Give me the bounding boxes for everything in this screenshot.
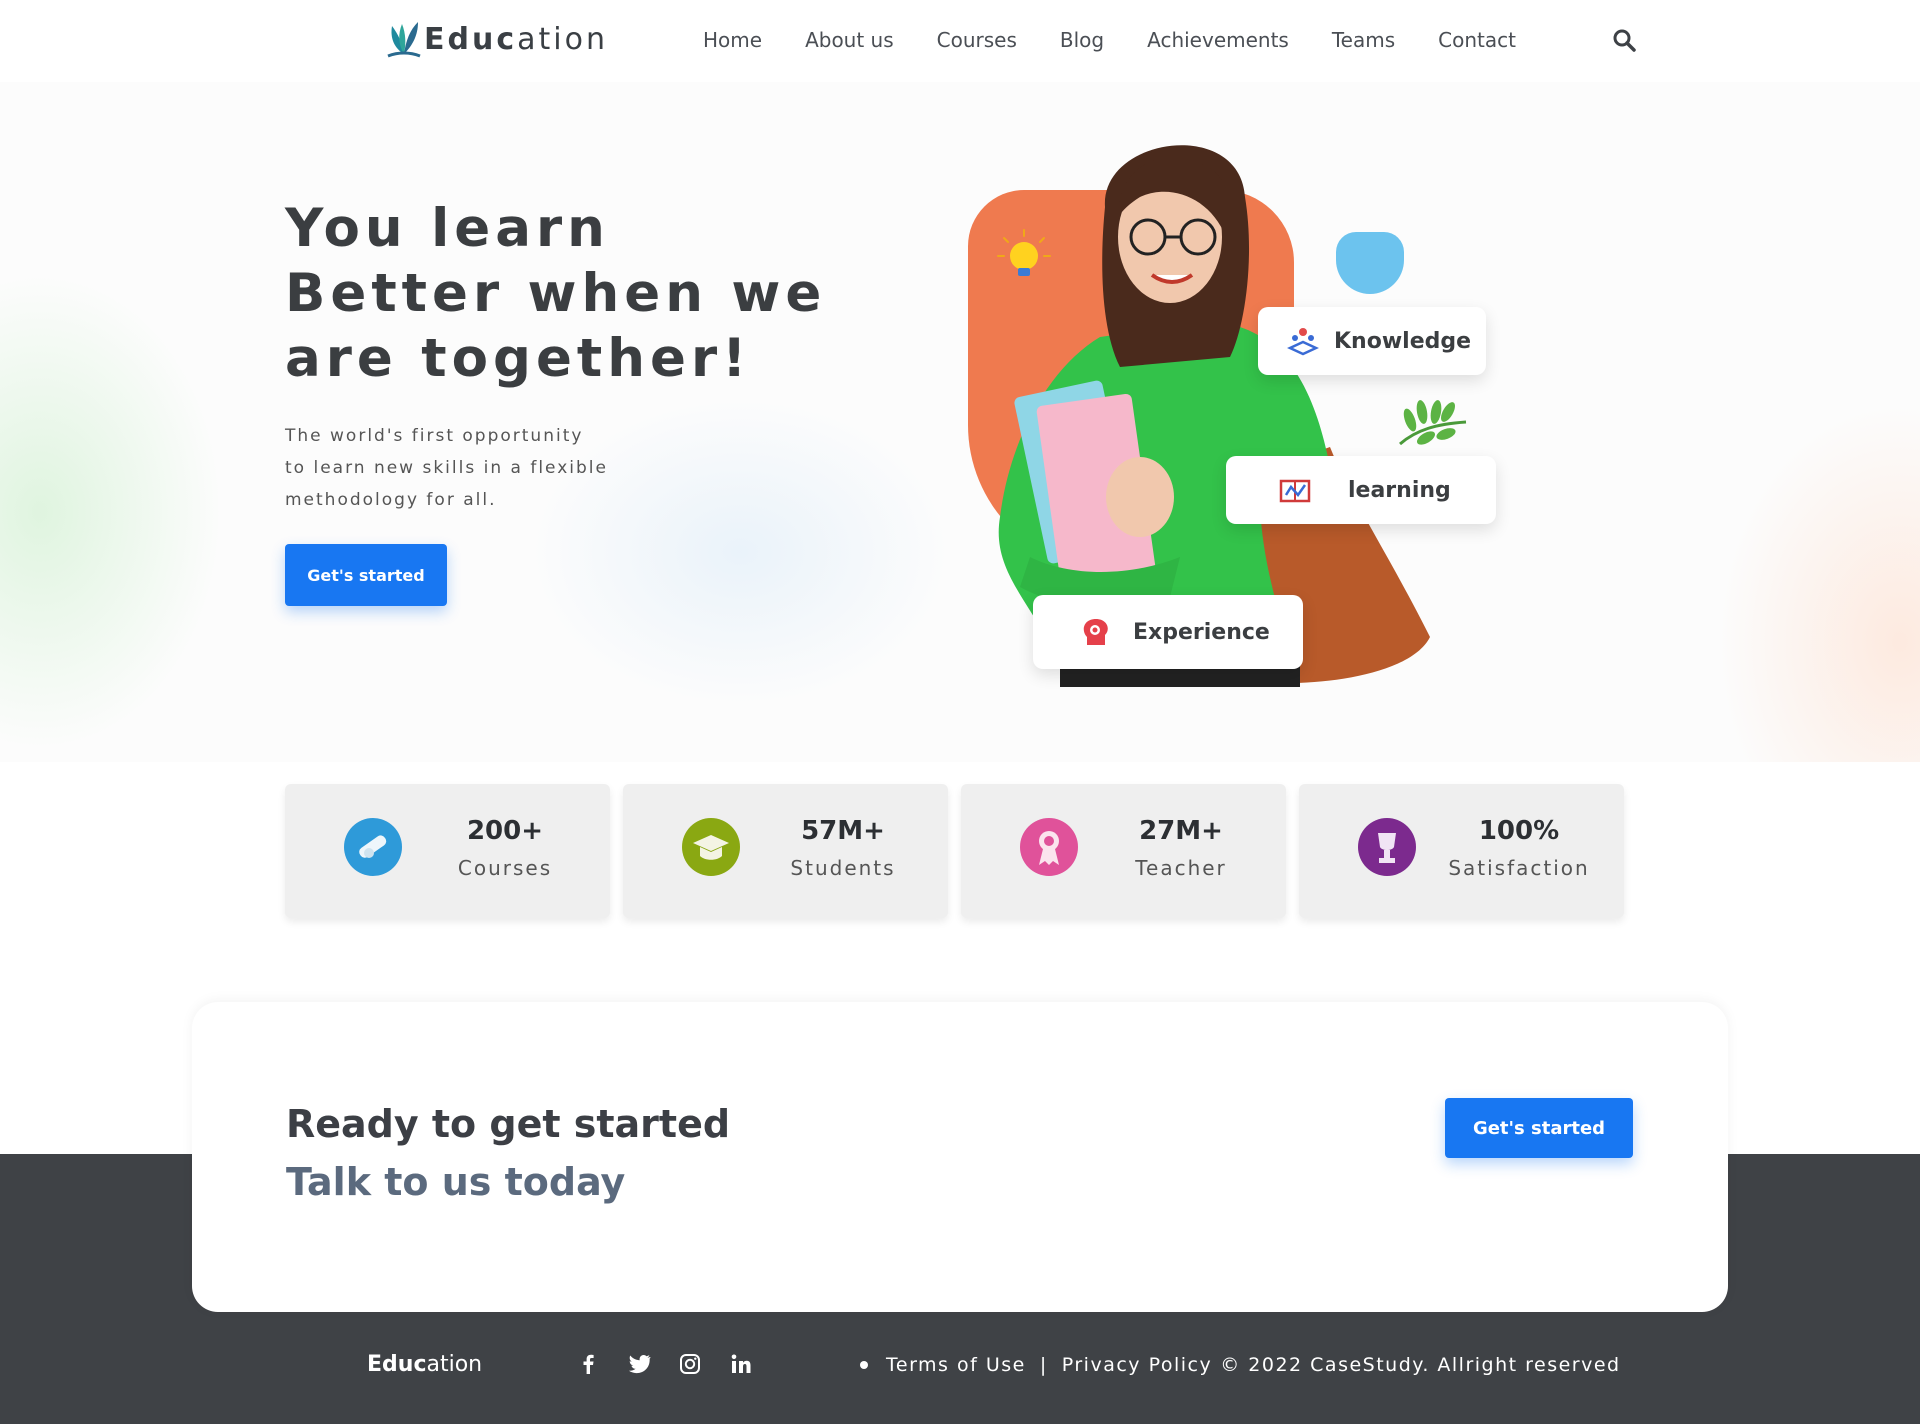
- experience-head-icon: [1083, 619, 1108, 645]
- stats-row: 200+ Courses 57M+ Students 27M+ Teacher …: [285, 784, 1624, 918]
- hero-title-line: Better when we: [285, 263, 827, 324]
- footer-brand-light: ation: [426, 1352, 483, 1377]
- footer-legal: Terms of Use | Privacy Policy © 2022 Cas…: [860, 1354, 1621, 1376]
- knowledge-icon: [1287, 328, 1319, 356]
- tag-learning-label: learning: [1348, 477, 1451, 503]
- tag-knowledge-label: Knowledge: [1334, 328, 1472, 354]
- hero-section: You learn Better when we are together! T…: [0, 82, 1920, 762]
- trophy-icon: [1358, 818, 1416, 876]
- footer-brand-bold: Educ: [367, 1352, 427, 1377]
- hero-subtitle-line: The world's first opportunity: [285, 426, 584, 446]
- twitter-icon[interactable]: [627, 1352, 651, 1376]
- stat-value: 27M+: [1139, 816, 1223, 846]
- hero-subtitle: The world's first opportunity to learn n…: [285, 420, 645, 516]
- hero-subtitle-line: methodology for all.: [285, 490, 497, 510]
- tag-experience-label: Experience: [1133, 619, 1270, 645]
- logo-text-light: ation: [517, 21, 608, 57]
- cta-card: Ready to get started Talk to us today Ge…: [192, 1002, 1728, 1312]
- hero-title: You learn Better when we are together!: [285, 196, 845, 391]
- tag-learning: learning: [1226, 456, 1496, 524]
- stat-label: Satisfaction: [1448, 856, 1590, 880]
- award-ribbon-icon: [1020, 818, 1078, 876]
- linkedin-icon[interactable]: [729, 1352, 753, 1376]
- logo[interactable]: Education: [386, 18, 608, 60]
- stat-value: 100%: [1478, 816, 1560, 846]
- nav-courses[interactable]: Courses: [937, 28, 1017, 52]
- diploma-icon: [344, 818, 402, 876]
- cta-heading: Ready to get started: [286, 1102, 731, 1146]
- nav-contact[interactable]: Contact: [1438, 28, 1516, 52]
- nav-achievements[interactable]: Achievements: [1147, 28, 1289, 52]
- stat-value: 57M+: [801, 816, 885, 846]
- search-icon[interactable]: [1612, 28, 1636, 52]
- bullet-dot: [860, 1361, 868, 1369]
- instagram-icon[interactable]: [678, 1352, 702, 1376]
- stat-card-satisfaction: 100% Satisfaction: [1299, 784, 1624, 918]
- cta-subheading: Talk to us today: [286, 1160, 626, 1204]
- legal-separator: |: [1039, 1354, 1048, 1376]
- book-chart-icon: [1279, 479, 1311, 503]
- copyright-text: © 2022 CaseStudy. Allright reserved: [1220, 1354, 1621, 1376]
- stat-card-students: 57M+ Students: [623, 784, 948, 918]
- facebook-icon[interactable]: [576, 1352, 600, 1376]
- stat-card-courses: 200+ Courses: [285, 784, 610, 918]
- footer-brand[interactable]: Education: [367, 1352, 482, 1377]
- stat-value: 200+: [466, 816, 544, 846]
- nav-home[interactable]: Home: [703, 28, 762, 52]
- nav-blog[interactable]: Blog: [1060, 28, 1104, 52]
- privacy-link[interactable]: Privacy Policy: [1062, 1354, 1212, 1376]
- logo-text-bold: Educ: [424, 21, 518, 57]
- nav-about-us[interactable]: About us: [805, 28, 894, 52]
- graduation-cap-icon: [682, 818, 740, 876]
- nav-teams[interactable]: Teams: [1332, 28, 1395, 52]
- hero-get-started-button[interactable]: Get's started: [285, 544, 447, 606]
- tag-knowledge: Knowledge: [1258, 307, 1486, 375]
- leaf-logo-icon: [387, 22, 421, 58]
- stat-label: Courses: [457, 856, 553, 880]
- social-links: [576, 1352, 753, 1376]
- terms-link[interactable]: Terms of Use: [886, 1354, 1026, 1376]
- top-navigation: Education Home About us Courses Blog Ach…: [0, 0, 1920, 82]
- tag-experience: Experience: [1033, 595, 1303, 669]
- nav-links: Home About us Courses Blog Achievements …: [703, 28, 1559, 52]
- stat-card-teacher: 27M+ Teacher: [961, 784, 1286, 918]
- hero-subtitle-line: to learn new skills in a flexible: [285, 458, 608, 478]
- stat-label: Teacher: [1135, 856, 1227, 880]
- hero-title-line: You learn: [285, 198, 610, 259]
- hero-title-line: are together!: [285, 328, 752, 389]
- stat-label: Students: [790, 856, 896, 880]
- cta-get-started-button[interactable]: Get's started: [1445, 1098, 1633, 1158]
